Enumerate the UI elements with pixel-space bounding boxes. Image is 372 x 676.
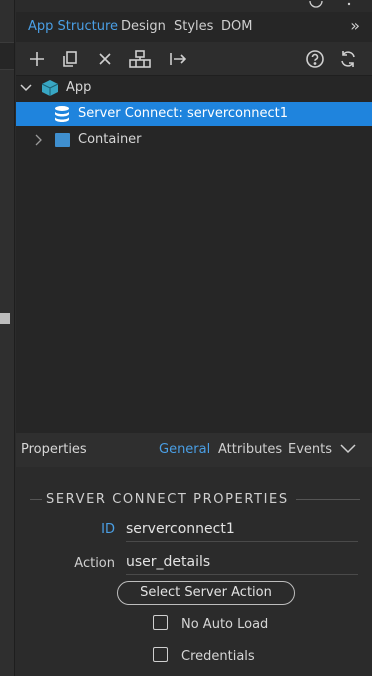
panel-tabs: App Structure Design Styles DOM » bbox=[16, 12, 372, 42]
chevron-down-icon[interactable] bbox=[340, 444, 356, 454]
section-divider bbox=[30, 499, 42, 500]
help-icon[interactable] bbox=[303, 47, 327, 71]
add-icon[interactable] bbox=[25, 47, 49, 71]
delete-icon[interactable] bbox=[93, 47, 117, 71]
no-auto-load-label: No Auto Load bbox=[181, 617, 269, 632]
tab-dom[interactable]: DOM bbox=[221, 19, 252, 34]
more-tabs-icon[interactable]: » bbox=[350, 16, 360, 35]
tab-attributes[interactable]: Attributes bbox=[218, 442, 282, 457]
move-out-icon[interactable] bbox=[166, 47, 190, 71]
database-icon bbox=[55, 106, 69, 122]
tree-item-label: Container bbox=[78, 132, 142, 147]
tab-design[interactable]: Design bbox=[121, 19, 166, 34]
id-value: serverconnect1 bbox=[126, 521, 235, 537]
more-vertical-icon bbox=[347, 2, 351, 6]
no-auto-load-checkbox[interactable] bbox=[153, 615, 168, 630]
scroll-marker bbox=[0, 313, 10, 324]
section-divider bbox=[296, 499, 360, 500]
container-icon bbox=[55, 133, 70, 147]
select-server-action-button[interactable]: Select Server Action bbox=[117, 581, 295, 605]
tab-styles[interactable]: Styles bbox=[174, 19, 213, 34]
tree-item-app[interactable]: App bbox=[16, 76, 372, 100]
refresh-icon[interactable] bbox=[336, 47, 360, 71]
credentials-label: Credentials bbox=[181, 649, 255, 664]
tree-item-label: App bbox=[66, 80, 92, 95]
tab-events[interactable]: Events bbox=[288, 442, 332, 457]
id-field[interactable]: serverconnect1 bbox=[126, 519, 358, 542]
section-title: SERVER CONNECT PROPERTIES bbox=[46, 492, 289, 507]
cube-icon bbox=[41, 80, 59, 96]
tree-item-label: Server Connect: serverconnect1 bbox=[78, 106, 288, 121]
id-label: ID bbox=[101, 522, 115, 537]
properties-panel: SERVER CONNECT PROPERTIES ID serverconne… bbox=[16, 467, 372, 676]
tab-app-structure[interactable]: App Structure bbox=[28, 19, 118, 34]
credentials-checkbox[interactable] bbox=[153, 647, 168, 662]
properties-title: Properties bbox=[21, 442, 87, 457]
top-icons-strip bbox=[308, 0, 368, 10]
properties-header: Properties General Attributes Events bbox=[16, 433, 372, 468]
tree-item-server-connect[interactable]: Server Connect: serverconnect1 bbox=[16, 102, 372, 126]
structure-toolbar bbox=[16, 42, 372, 76]
chevron-right-icon[interactable] bbox=[34, 134, 42, 146]
tab-general[interactable]: General bbox=[159, 442, 210, 457]
phone-icon bbox=[309, 0, 323, 8]
left-panel-tab bbox=[0, 42, 14, 70]
action-field[interactable]: user_details bbox=[126, 552, 358, 575]
left-panel-edge bbox=[0, 0, 15, 676]
app-structure-tree: App Server Connect: serverconnect1 Conta… bbox=[16, 76, 372, 433]
wrap-icon[interactable] bbox=[128, 47, 152, 71]
action-label: Action bbox=[74, 556, 115, 571]
chevron-down-icon[interactable] bbox=[20, 83, 32, 93]
tree-item-container[interactable]: Container bbox=[16, 128, 372, 152]
action-value: user_details bbox=[126, 554, 211, 570]
duplicate-icon[interactable] bbox=[58, 47, 82, 71]
